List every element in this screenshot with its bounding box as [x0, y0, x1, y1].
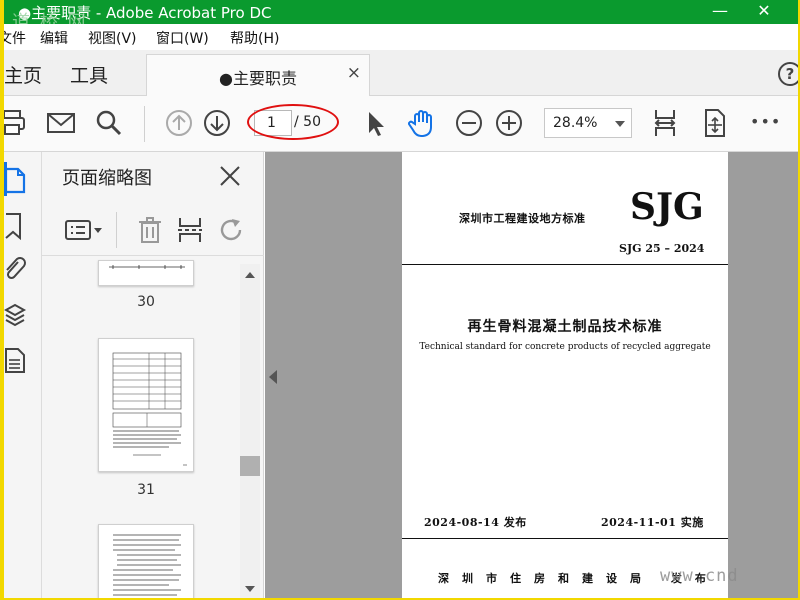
- help-icon[interactable]: ?: [778, 62, 798, 86]
- previous-page-icon[interactable]: [164, 108, 194, 138]
- zoom-dropdown[interactable]: 28.4%: [544, 108, 632, 138]
- panel-title: 页面缩略图: [62, 168, 152, 189]
- left-rail: [4, 152, 42, 598]
- publish-date: 2024-08-14 发布: [424, 516, 527, 529]
- close-icon[interactable]: [218, 164, 242, 188]
- fit-width-icon[interactable]: [650, 108, 680, 138]
- scrollbar-thumb[interactable]: [240, 456, 260, 476]
- zoom-value: 28.4%: [553, 115, 598, 131]
- next-page-icon[interactable]: [202, 108, 232, 138]
- toolbar: 1 / 50 28.4% •••: [4, 96, 798, 152]
- standard-header: 深圳市工程建设地方标准: [459, 212, 586, 225]
- acrobat-window: ●主要职责 - Adobe Acrobat Pro DC 道 桥 网 — ✕ 文…: [4, 0, 798, 598]
- thumbnail-page-32[interactable]: [98, 524, 194, 598]
- implement-date: 2024-11-01 实施: [601, 516, 704, 529]
- menu-bar: 文件 编辑 视图(V) 窗口(W) 帮助(H): [4, 24, 798, 50]
- print-icon[interactable]: [4, 108, 28, 138]
- page-thumbnails-icon[interactable]: [4, 166, 28, 194]
- footer-rule: [402, 538, 728, 539]
- close-window-button[interactable]: ✕: [744, 0, 784, 24]
- toolbar-divider: [144, 106, 145, 142]
- document-page: 深圳市工程建设地方标准 SJG SJG 25 – 2024 再生骨料混凝土制品技…: [402, 152, 728, 598]
- tab-tools[interactable]: 工具: [70, 61, 108, 88]
- menu-help[interactable]: 帮助(H): [230, 28, 279, 48]
- thumbnail-label-30: 30: [137, 294, 155, 310]
- tab-document[interactable]: ●主要职责 ×: [146, 54, 370, 97]
- document-properties-icon[interactable]: [4, 346, 28, 374]
- header-rule: [402, 264, 728, 265]
- menu-file[interactable]: 文件: [4, 28, 26, 48]
- insert-page-icon[interactable]: [176, 216, 204, 244]
- chevron-down-icon: [615, 121, 625, 127]
- search-icon[interactable]: [94, 108, 124, 138]
- hand-tool-icon[interactable]: [406, 108, 436, 138]
- standard-logo: SJG: [630, 186, 704, 228]
- watermark-en: www.cnd: [660, 566, 739, 586]
- standard-number: SJG 25 – 2024: [619, 242, 705, 255]
- zoom-out-icon[interactable]: [454, 108, 484, 138]
- email-icon[interactable]: [46, 108, 76, 138]
- attachment-icon[interactable]: [4, 256, 28, 284]
- document-area[interactable]: 深圳市工程建设地方标准 SJG SJG 25 – 2024 再生骨料混凝土制品技…: [265, 152, 798, 598]
- standard-title-en: Technical standard for concrete products…: [419, 342, 711, 352]
- tab-bar: 主页 工具 ●主要职责 × ?: [4, 50, 798, 97]
- bookmark-icon[interactable]: [4, 212, 28, 240]
- options-menu-icon[interactable]: [64, 216, 104, 244]
- title-bar: ●主要职责 - Adobe Acrobat Pro DC 道 桥 网 — ✕: [4, 0, 798, 33]
- zoom-in-icon[interactable]: [494, 108, 524, 138]
- thumbnails-panel: 页面缩略图 30 31: [42, 152, 264, 598]
- document-tab-label: ●主要职责: [219, 69, 297, 88]
- menu-edit[interactable]: 编辑: [40, 28, 68, 48]
- layers-icon[interactable]: [4, 302, 28, 330]
- select-cursor-icon[interactable]: [360, 108, 390, 138]
- thumbnail-label-31: 31: [137, 482, 155, 498]
- minimize-button[interactable]: —: [700, 0, 740, 24]
- more-tools-icon[interactable]: •••: [750, 112, 781, 131]
- thumbnails-scrollbar[interactable]: [240, 264, 260, 598]
- red-highlight-ellipse: [247, 104, 339, 140]
- full-screen-icon[interactable]: [700, 108, 730, 138]
- thumbnail-page-30[interactable]: [98, 260, 194, 286]
- menu-window[interactable]: 窗口(W): [156, 28, 209, 48]
- collapse-panel-icon[interactable]: [269, 370, 277, 384]
- close-tab-button[interactable]: ×: [347, 63, 361, 83]
- menu-view[interactable]: 视图(V): [88, 28, 137, 48]
- trash-icon[interactable]: [136, 216, 164, 244]
- thumbnail-page-31[interactable]: [98, 338, 194, 472]
- thumbnails-toolbar: [42, 206, 264, 256]
- panel-divider: [116, 212, 117, 248]
- tab-home[interactable]: 主页: [4, 61, 42, 88]
- rotate-icon[interactable]: [218, 216, 246, 244]
- standard-title-cn: 再生骨料混凝土制品技术标准: [467, 319, 663, 335]
